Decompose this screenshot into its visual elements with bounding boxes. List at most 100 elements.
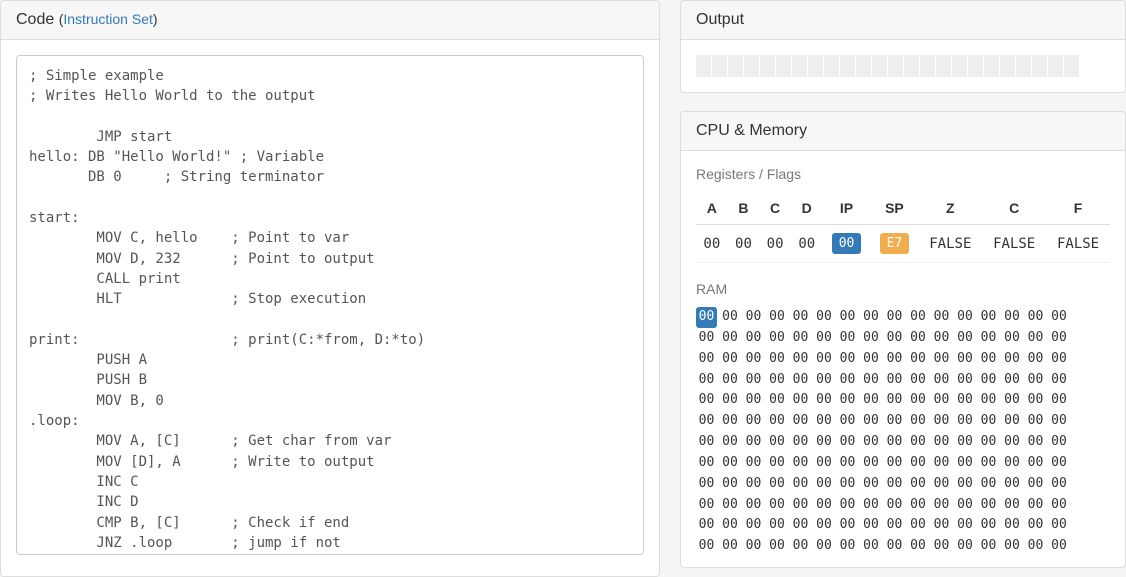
ram-cell[interactable]: 00 [696,432,717,453]
ram-cell[interactable]: 00 [1025,453,1046,474]
ram-cell[interactable]: 00 [1025,370,1046,391]
ram-cell[interactable]: 00 [955,432,976,453]
ram-cell[interactable]: 00 [767,515,788,536]
ram-cell[interactable]: 00 [790,328,811,349]
ram-cell[interactable]: 00 [908,453,929,474]
ram-cell[interactable]: 00 [696,328,717,349]
ram-cell[interactable]: 00 [861,307,882,328]
ram-cell[interactable]: 00 [931,328,952,349]
ram-cell[interactable]: 00 [1025,328,1046,349]
ram-cell[interactable]: 00 [1025,536,1046,557]
ram-cell[interactable]: 00 [884,328,905,349]
ram-cell[interactable]: 00 [955,411,976,432]
ram-cell[interactable]: 00 [1002,495,1023,516]
ram-cell[interactable]: 00 [861,432,882,453]
ram-cell[interactable]: 00 [743,370,764,391]
ram-cell[interactable]: 00 [720,390,741,411]
ram-cell[interactable]: 00 [720,328,741,349]
ram-cell[interactable]: 00 [931,307,952,328]
ram-cell[interactable]: 00 [931,349,952,370]
ram-cell[interactable]: 00 [1025,411,1046,432]
ram-cell[interactable]: 00 [696,370,717,391]
ram-cell[interactable]: 00 [814,536,835,557]
ram-cell[interactable]: 00 [861,370,882,391]
ram-cell[interactable]: 00 [790,432,811,453]
ram-cell[interactable]: 00 [931,515,952,536]
ram-cell[interactable]: 00 [978,453,999,474]
ram-cell[interactable]: 00 [1025,432,1046,453]
ram-cell[interactable]: 00 [790,390,811,411]
ram-cell[interactable]: 00 [931,453,952,474]
ram-cell[interactable]: 00 [1049,474,1070,495]
ram-cell[interactable]: 00 [861,515,882,536]
ram-cell[interactable]: 00 [837,390,858,411]
ram-cell[interactable]: 00 [1002,328,1023,349]
ram-cell[interactable]: 00 [696,349,717,370]
ram-cell[interactable]: 00 [696,495,717,516]
ram-cell[interactable]: 00 [767,390,788,411]
ram-cell[interactable]: 00 [743,432,764,453]
ram-cell[interactable]: 00 [743,474,764,495]
ram-cell[interactable]: 00 [931,474,952,495]
ram-cell[interactable]: 00 [837,453,858,474]
ram-cell[interactable]: 00 [978,474,999,495]
ram-cell[interactable]: 00 [978,515,999,536]
ram-cell[interactable]: 00 [837,411,858,432]
ram-cell[interactable]: 00 [696,536,717,557]
ram-cell[interactable]: 00 [955,307,976,328]
instruction-set-link[interactable]: Instruction Set [63,11,153,27]
ram-cell[interactable]: 00 [908,432,929,453]
ram-cell[interactable]: 00 [1049,515,1070,536]
ram-cell[interactable]: 00 [908,411,929,432]
ram-cell[interactable]: 00 [814,474,835,495]
ram-cell[interactable]: 00 [1025,474,1046,495]
ram-cell[interactable]: 00 [720,474,741,495]
ram-cell[interactable]: 00 [837,307,858,328]
ram-cell[interactable]: 00 [814,307,835,328]
ram-cell[interactable]: 00 [1002,432,1023,453]
ram-cell[interactable]: 00 [720,432,741,453]
ram-cell[interactable]: 00 [1025,349,1046,370]
ram-cell[interactable]: 00 [1002,411,1023,432]
ram-cell[interactable]: 00 [814,370,835,391]
ram-cell[interactable]: 00 [1025,390,1046,411]
ram-cell[interactable]: 00 [767,474,788,495]
ram-cell[interactable]: 00 [837,515,858,536]
ram-cell[interactable]: 00 [743,307,764,328]
ram-cell[interactable]: 00 [1002,536,1023,557]
ram-cell[interactable]: 00 [767,453,788,474]
ram-cell[interactable]: 00 [955,349,976,370]
ram-cell[interactable]: 00 [767,495,788,516]
ram-cell[interactable]: 00 [861,349,882,370]
ram-cell[interactable]: 00 [1025,307,1046,328]
ram-cell[interactable]: 00 [814,328,835,349]
ram-cell[interactable]: 00 [1049,432,1070,453]
ram-cell[interactable]: 00 [720,536,741,557]
ram-cell[interactable]: 00 [955,370,976,391]
ram-cell[interactable]: 00 [884,432,905,453]
ram-cell[interactable]: 00 [908,349,929,370]
ram-cell[interactable]: 00 [955,474,976,495]
ram-cell[interactable]: 00 [931,370,952,391]
ram-cell[interactable]: 00 [978,328,999,349]
ram-cell[interactable]: 00 [790,515,811,536]
ram-cell[interactable]: 00 [696,411,717,432]
ram-cell[interactable]: 00 [696,307,717,328]
ram-cell[interactable]: 00 [1049,411,1070,432]
ram-cell[interactable]: 00 [696,453,717,474]
ram-cell[interactable]: 00 [814,390,835,411]
ram-cell[interactable]: 00 [767,349,788,370]
ram-cell[interactable]: 00 [978,536,999,557]
ram-cell[interactable]: 00 [884,495,905,516]
ram-cell[interactable]: 00 [696,474,717,495]
ram-cell[interactable]: 00 [767,432,788,453]
ram-cell[interactable]: 00 [1049,536,1070,557]
ram-cell[interactable]: 00 [767,536,788,557]
ram-cell[interactable]: 00 [837,474,858,495]
ram-cell[interactable]: 00 [931,432,952,453]
ram-cell[interactable]: 00 [720,515,741,536]
ram-cell[interactable]: 00 [1002,515,1023,536]
code-editor[interactable] [16,55,644,555]
ram-cell[interactable]: 00 [1049,495,1070,516]
ram-cell[interactable]: 00 [861,328,882,349]
